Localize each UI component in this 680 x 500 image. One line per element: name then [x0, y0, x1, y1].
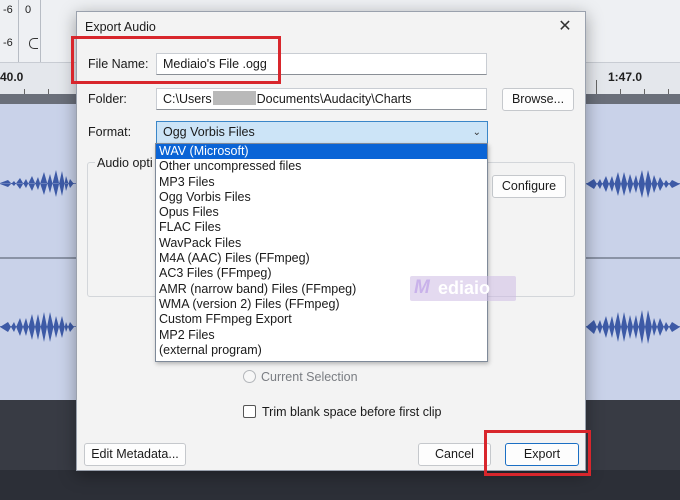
radio-button[interactable] — [243, 370, 256, 383]
format-option[interactable]: Other uncompressed files — [156, 159, 487, 174]
folder-path-suffix: Documents\Audacity\Charts — [256, 92, 412, 106]
current-selection-option[interactable]: Current Selection — [243, 370, 358, 384]
trim-option[interactable]: Trim blank space before first clip — [243, 405, 441, 419]
format-option[interactable]: MP3 Files — [156, 175, 487, 190]
format-option[interactable]: FLAC Files — [156, 220, 487, 235]
format-option[interactable]: Ogg Vorbis Files — [156, 190, 487, 205]
format-selected-value: Ogg Vorbis Files — [163, 125, 255, 139]
chevron-down-icon: ⌄ — [472, 127, 481, 138]
folder-path-prefix: C:\Users — [163, 92, 212, 106]
format-option[interactable]: (external program) — [156, 343, 487, 358]
format-label: Format: — [88, 125, 132, 139]
format-option[interactable]: MP2 Files — [156, 328, 487, 343]
cancel-button[interactable]: Cancel — [418, 443, 491, 466]
watermark-text: ediaio — [438, 278, 491, 298]
export-highlight-box — [484, 430, 591, 476]
format-dropdown-list[interactable]: WAV (Microsoft) Other uncompressed files M… — [155, 143, 488, 362]
format-select[interactable]: Ogg Vorbis Files ⌄ — [156, 121, 488, 144]
folder-input[interactable]: C:\Users Documents\Audacity\Charts — [156, 88, 487, 110]
redacted-username — [212, 91, 256, 105]
watermark-mark: M — [414, 277, 430, 298]
trim-label: Trim blank space before first clip — [262, 405, 442, 419]
format-option[interactable]: Opus Files — [156, 205, 487, 220]
format-option[interactable]: Custom FFmpeg Export — [156, 312, 487, 327]
folder-label: Folder: — [88, 92, 127, 106]
audio-options-title: Audio opti — [95, 156, 155, 170]
close-icon[interactable]: ✕ — [555, 17, 575, 37]
current-selection-label: Current Selection — [261, 370, 358, 384]
format-option[interactable]: WAV (Microsoft) — [156, 144, 487, 160]
dialog-title: Export Audio — [85, 20, 156, 34]
file-name-highlight-box — [71, 36, 281, 84]
browse-button[interactable]: Browse... — [502, 88, 574, 111]
format-option[interactable]: M4A (AAC) Files (FFmpeg) — [156, 251, 487, 266]
mediaio-watermark-logo: M ediaio — [410, 276, 516, 301]
trim-checkbox[interactable] — [243, 405, 256, 418]
format-option[interactable]: WavPack Files — [156, 236, 487, 251]
edit-metadata-button[interactable]: Edit Metadata... — [84, 443, 186, 466]
configure-button[interactable]: Configure — [492, 175, 566, 198]
